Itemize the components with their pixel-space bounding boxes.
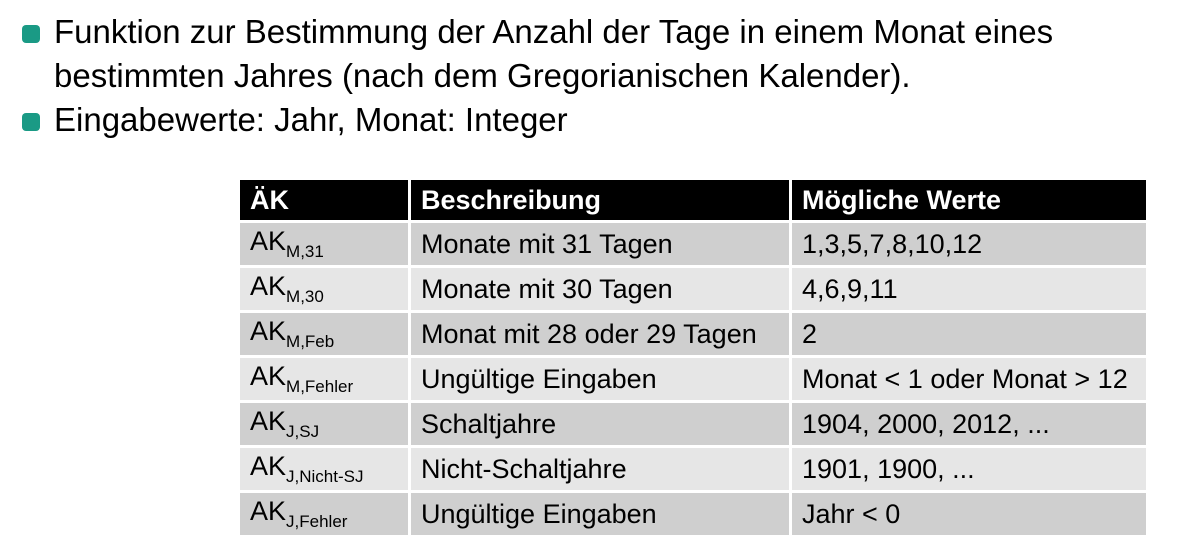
description-cell: Ungültige Eingaben [408,491,791,538]
ak-main: AK [250,316,287,346]
ak-cell: AKJ,Fehler [240,491,410,538]
bullet-function-description: Funktion zur Bestimmung der Anzahl der T… [22,10,1172,98]
ak-main: AK [250,271,287,301]
header-possible-values: Mögliche Werte [789,180,1146,223]
bullet-square-icon [22,25,40,43]
ak-cell: AKJ,Nicht-SJ [240,446,410,493]
table-row: AKM,Fehler Ungültige Eingaben Monat < 1 … [240,356,1146,403]
ak-subscript: J,SJ [286,422,320,441]
bullet-input-values: Eingabewerte: Jahr, Monat: Integer [22,98,1172,142]
values-cell: Monat < 1 oder Monat > 12 [789,356,1146,403]
values-cell: 2 [789,311,1146,358]
ak-cell: AKJ,SJ [240,401,410,448]
ak-cell: AKM,31 [240,221,410,268]
table-header-row: ÄK Beschreibung Mögliche Werte [240,180,1146,223]
values-cell: Jahr < 0 [789,491,1146,538]
description-cell: Monate mit 31 Tagen [408,221,791,268]
header-ak: ÄK [240,180,410,223]
description-cell: Nicht-Schaltjahre [408,446,791,493]
ak-subscript: M,Fehler [286,377,354,396]
bullet-line: bestimmten Jahres (nach dem Gregorianisc… [54,57,911,94]
table-row: AKJ,SJ Schaltjahre 1904, 2000, 2012, ... [240,401,1146,448]
table-row: AKM,31 Monate mit 31 Tagen 1,3,5,7,8,10,… [240,221,1146,268]
equivalence-class-table: ÄK Beschreibung Mögliche Werte AKM,31 Mo… [240,180,1146,538]
ak-main: AK [250,226,287,256]
description-cell: Monat mit 28 oder 29 Tagen [408,311,791,358]
ak-subscript: J,Fehler [286,512,348,531]
table-row: AKJ,Nicht-SJ Nicht-Schaltjahre 1901, 190… [240,446,1146,493]
ak-main: AK [250,406,287,436]
bullet-line: Funktion zur Bestimmung der Anzahl der T… [54,13,1054,50]
table-row: AKM,30 Monate mit 30 Tagen 4,6,9,11 [240,266,1146,313]
values-cell: 1901, 1900, ... [789,446,1146,493]
ak-subscript: M,30 [286,287,324,306]
values-cell: 4,6,9,11 [789,266,1146,313]
ak-main: AK [250,361,287,391]
values-cell: 1904, 2000, 2012, ... [789,401,1146,448]
description-cell: Schaltjahre [408,401,791,448]
bullet-square-icon [22,113,40,131]
description-cell: Ungültige Eingaben [408,356,791,403]
description-cell: Monate mit 30 Tagen [408,266,791,313]
table-row: AKJ,Fehler Ungültige Eingaben Jahr < 0 [240,491,1146,538]
values-cell: 1,3,5,7,8,10,12 [789,221,1146,268]
header-description: Beschreibung [408,180,791,223]
ak-subscript: M,Feb [286,332,335,351]
ak-cell: AKM,Feb [240,311,410,358]
bullet-list: Funktion zur Bestimmung der Anzahl der T… [22,10,1172,142]
ak-main: AK [250,496,287,526]
ak-main: AK [250,451,287,481]
slide: { "colors": { "bullet": "#1a9a85", "head… [0,0,1188,556]
bullet-line: Eingabewerte: Jahr, Monat: Integer [54,101,568,138]
table-row: AKM,Feb Monat mit 28 oder 29 Tagen 2 [240,311,1146,358]
ak-subscript: J,Nicht-SJ [286,467,364,486]
ak-cell: AKM,Fehler [240,356,410,403]
ak-cell: AKM,30 [240,266,410,313]
ak-subscript: M,31 [286,242,324,261]
